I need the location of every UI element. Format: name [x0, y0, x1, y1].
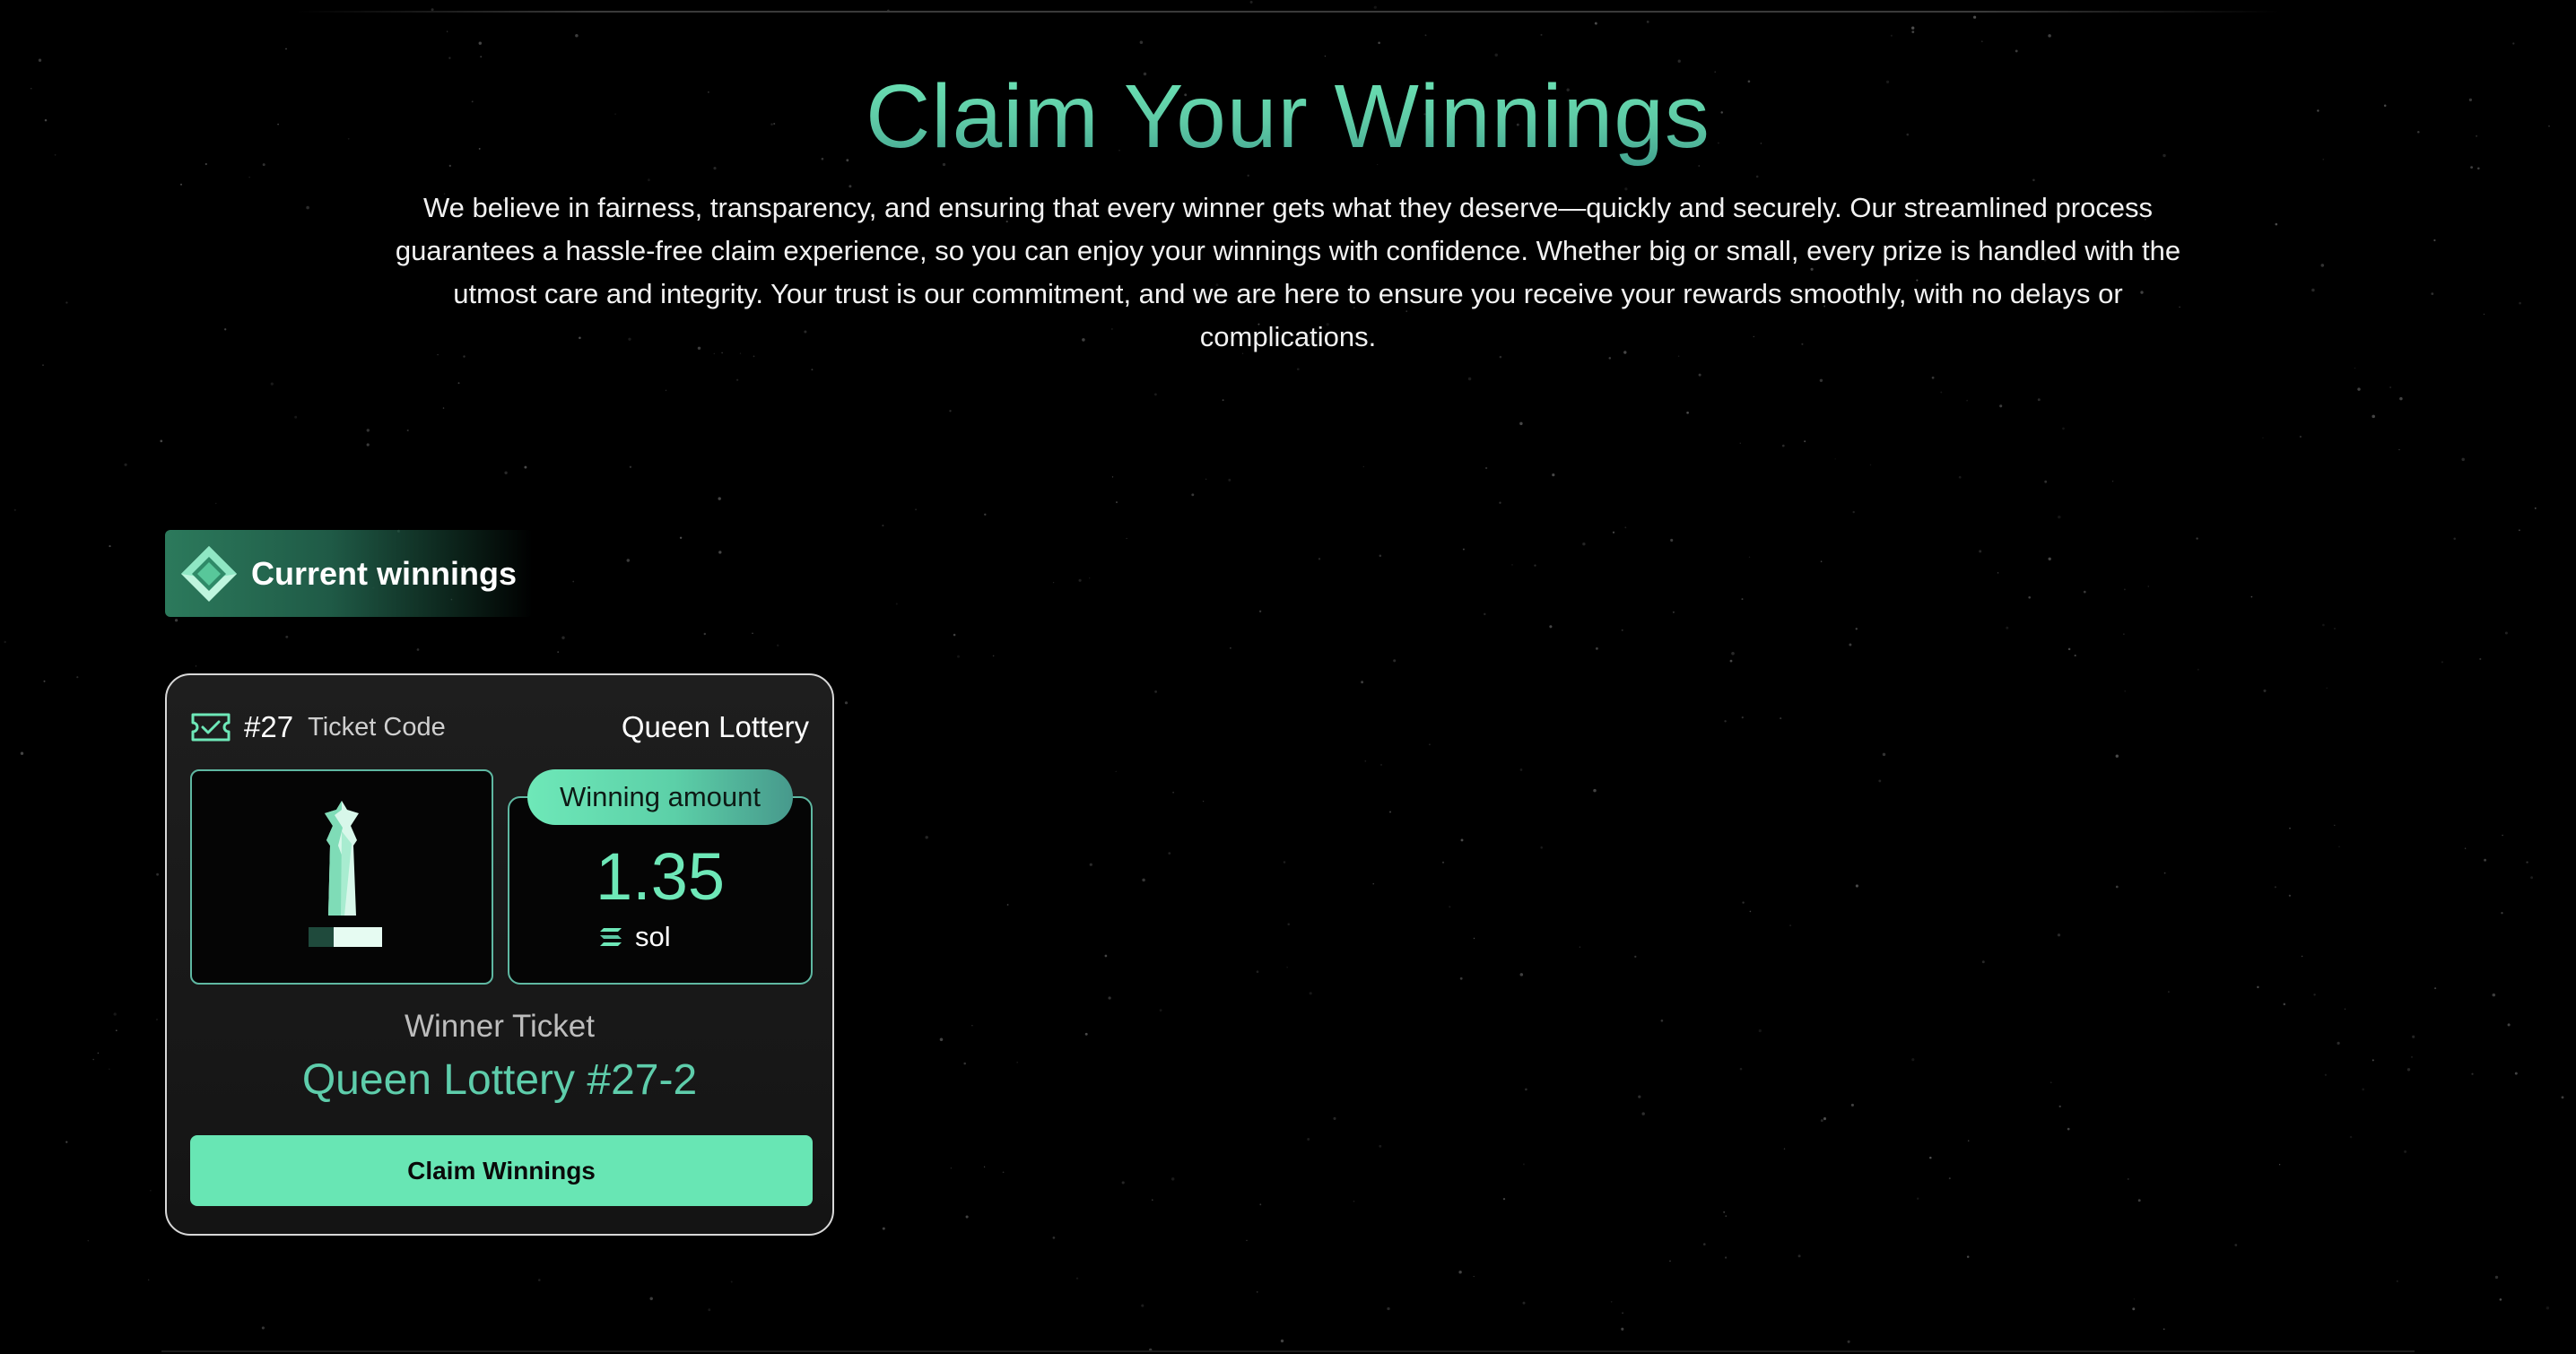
diamond-gem-icon [181, 545, 237, 602]
claim-winnings-button[interactable]: Claim Winnings [190, 1135, 813, 1206]
page-title: Claim Your Winnings [0, 63, 2576, 170]
winning-amount-value: 1.35 [595, 839, 726, 914]
chess-queen-icon [309, 801, 382, 947]
top-divider [296, 11, 2280, 13]
winner-ticket-caption: Winner Ticket [405, 1009, 595, 1044]
bottom-divider [161, 1350, 2415, 1352]
ticket-code-label: Ticket Code [308, 712, 446, 742]
claim-winnings-page: Claim Your Winnings We believe in fairne… [0, 0, 2576, 1354]
current-winnings-label: Current winnings [251, 554, 517, 592]
current-winnings-header: Current winnings [165, 530, 533, 617]
ticket-card: #27 Ticket Code Queen Lottery Winning am… [165, 673, 834, 1236]
solana-icon [600, 928, 622, 946]
currency-unit-label: sol [635, 921, 671, 952]
page-description: We believe in fairness, transparency, an… [395, 192, 2181, 352]
lottery-name: Queen Lottery [621, 710, 809, 743]
ticket-number: #27 [244, 710, 294, 743]
winner-ticket-title: Queen Lottery #27-2 [301, 1056, 698, 1104]
winning-amount-unit: sol [599, 919, 671, 955]
winning-amount-label: Winning amount [527, 769, 793, 825]
ticket-image-frame [190, 769, 493, 985]
ticket-header: #27 Ticket Code Queen Lottery [190, 707, 809, 747]
ticket-icon [191, 713, 231, 742]
